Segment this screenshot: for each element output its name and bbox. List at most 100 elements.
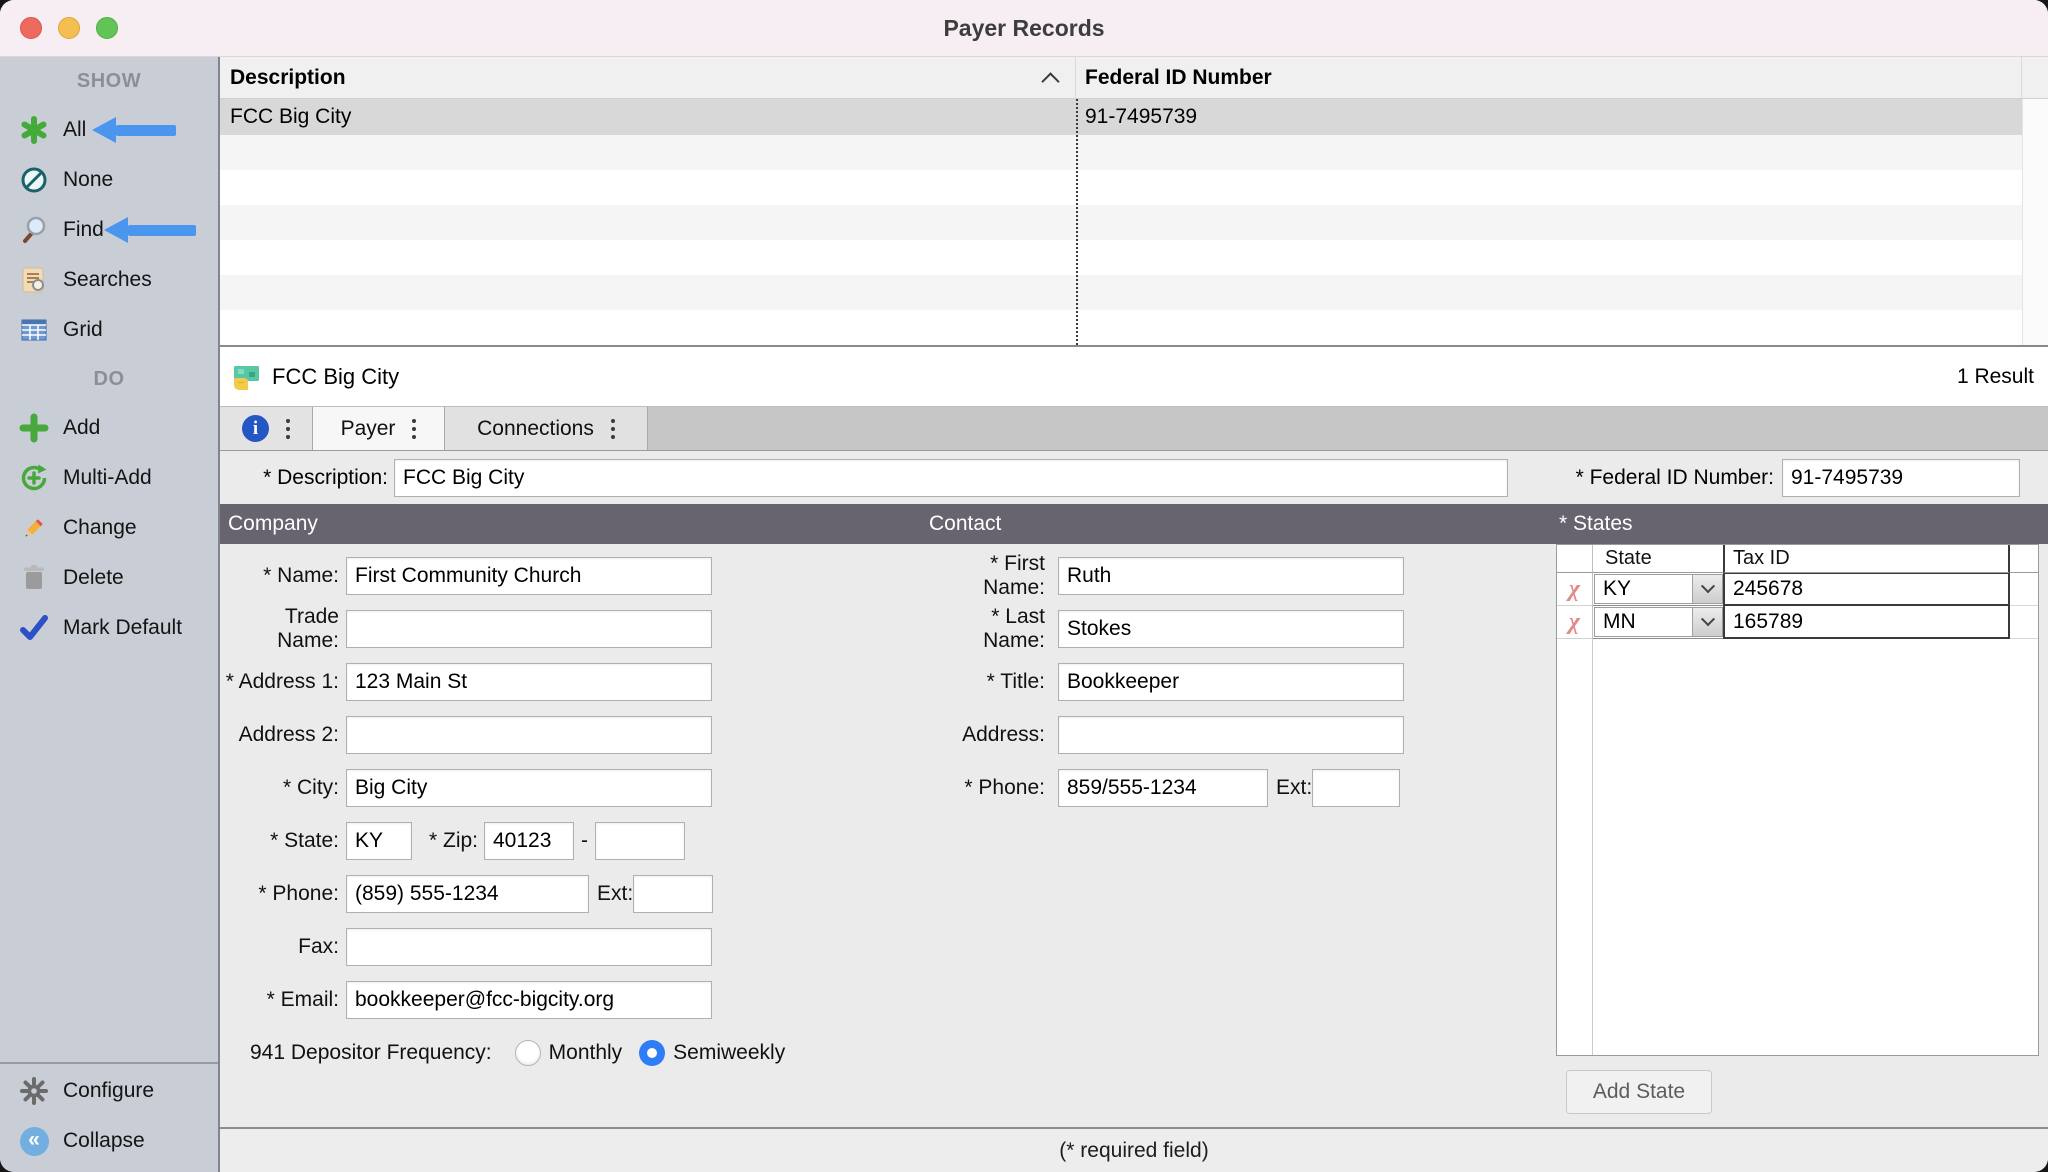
asterisk-icon xyxy=(18,115,50,145)
gear-icon xyxy=(18,1076,50,1106)
sidebar-item-label: Change xyxy=(63,516,137,540)
dropdown-button[interactable] xyxy=(1692,575,1722,603)
saved-searches-icon xyxy=(18,265,50,295)
company-name-input[interactable] xyxy=(346,557,712,595)
sidebar-item-delete[interactable]: Delete xyxy=(0,553,218,603)
add-state-button[interactable]: Add State xyxy=(1566,1070,1712,1114)
delete-state-row-button[interactable]: χ xyxy=(1557,573,1593,606)
main-area: Description Federal ID Number FCC Big Ci… xyxy=(220,57,2048,1172)
state-input[interactable] xyxy=(346,822,412,860)
fax-input[interactable] xyxy=(346,928,712,966)
state-dropdown[interactable]: KY xyxy=(1594,574,1723,604)
tab-menu-dots-icon[interactable] xyxy=(611,419,615,423)
sidebar-item-grid[interactable]: Grid xyxy=(0,305,218,355)
title-label: * Title: xyxy=(926,670,1052,694)
close-button[interactable] xyxy=(20,17,42,39)
tab-bar-filler xyxy=(648,407,2048,450)
sidebar-item-label: Find xyxy=(63,218,104,242)
table-row-empty xyxy=(220,240,2048,275)
states-scrollbar-track[interactable] xyxy=(2010,573,2038,606)
contact-phone-input[interactable] xyxy=(1058,769,1268,807)
states-scrollbar-track[interactable] xyxy=(2010,606,2038,639)
company-phone-input[interactable] xyxy=(346,875,589,913)
first-name-label: * First Name: xyxy=(926,552,1052,600)
record-title: FCC Big City xyxy=(272,364,399,390)
zip-separator: - xyxy=(581,829,588,853)
company-ext-input[interactable] xyxy=(633,875,713,913)
state-dropdown[interactable]: MN xyxy=(1594,607,1723,637)
contact-phone-label: * Phone: xyxy=(926,776,1052,800)
states-filler xyxy=(1723,639,2010,1055)
dropdown-button[interactable] xyxy=(1692,608,1722,636)
records-table-header: Description Federal ID Number xyxy=(220,57,2048,99)
contact-ext-input[interactable] xyxy=(1312,769,1400,807)
zip-plus4-input[interactable] xyxy=(595,822,685,860)
checkmark-icon xyxy=(18,613,50,643)
zip-input[interactable] xyxy=(484,822,574,860)
tab-connections[interactable]: Connections xyxy=(445,407,648,450)
email-input[interactable] xyxy=(346,981,712,1019)
sidebar-item-add[interactable]: Add xyxy=(0,403,218,453)
trade-name-input[interactable] xyxy=(346,610,712,648)
first-name-input[interactable] xyxy=(1058,557,1404,595)
delete-state-row-button[interactable]: χ xyxy=(1557,606,1593,639)
tab-menu-dots-icon[interactable] xyxy=(286,419,290,423)
section-header-bar: Company Contact * States xyxy=(220,504,2048,544)
tab-info[interactable]: i xyxy=(220,407,313,450)
description-input[interactable] xyxy=(394,459,1508,497)
sidebar-item-multi-add[interactable]: Multi-Add xyxy=(0,453,218,503)
sidebar-item-label: Collapse xyxy=(63,1129,145,1153)
table-row-selected[interactable]: FCC Big City 91-7495739 xyxy=(220,99,2048,135)
sidebar-item-searches[interactable]: Searches xyxy=(0,255,218,305)
column-header-federal-id[interactable]: Federal ID Number xyxy=(1076,57,2022,98)
tax-id-cell[interactable]: 165789 xyxy=(1723,606,2010,639)
semiweekly-radio[interactable] xyxy=(639,1040,665,1066)
monthly-radio-label[interactable]: Monthly xyxy=(549,1041,623,1065)
federal-id-input[interactable] xyxy=(1782,459,2020,497)
tab-payer[interactable]: Payer xyxy=(313,407,445,450)
address1-input[interactable] xyxy=(346,663,712,701)
address2-input[interactable] xyxy=(346,716,712,754)
pencil-icon xyxy=(18,513,50,543)
table-scrollbar-track[interactable] xyxy=(2022,99,2048,135)
zoom-button[interactable] xyxy=(96,17,118,39)
records-table-body: FCC Big City 91-7495739 xyxy=(220,99,2048,345)
last-name-input[interactable] xyxy=(1058,610,1404,648)
contact-column: * First Name: * Last Name: * Title: Addr… xyxy=(926,544,1554,1127)
states-filler xyxy=(1593,639,1723,1055)
tab-menu-dots-icon[interactable] xyxy=(412,419,416,423)
sidebar-item-mark-default[interactable]: Mark Default xyxy=(0,603,218,653)
annotation-arrow-find xyxy=(104,217,196,243)
multi-add-icon xyxy=(18,463,50,493)
section-states: * States xyxy=(1554,512,2048,536)
description-row: * Description: * Federal ID Number: xyxy=(220,451,2048,504)
collapse-chevrons-icon: « xyxy=(18,1127,50,1156)
sidebar-item-label: All xyxy=(63,118,86,142)
table-row-empty xyxy=(220,275,2048,310)
sidebar-item-configure[interactable]: Configure xyxy=(0,1066,218,1116)
minimize-button[interactable] xyxy=(58,17,80,39)
contact-address-input[interactable] xyxy=(1058,716,1404,754)
company-ext-label: Ext: xyxy=(597,882,633,906)
info-icon: i xyxy=(242,415,269,442)
sidebar-item-collapse[interactable]: « Collapse xyxy=(0,1116,218,1166)
federal-id-label: * Federal ID Number: xyxy=(1508,466,1782,490)
title-input[interactable] xyxy=(1058,663,1404,701)
states-column: State Tax ID χ KY 245678 χ xyxy=(1554,544,2048,1127)
table-row-empty xyxy=(220,170,2048,205)
city-input[interactable] xyxy=(346,769,712,807)
semiweekly-radio-label[interactable]: Semiweekly xyxy=(673,1041,785,1065)
sidebar-item-change[interactable]: Change xyxy=(0,503,218,553)
none-circle-slash-icon xyxy=(18,165,50,195)
states-header-state: State xyxy=(1593,545,1723,573)
sidebar-item-none[interactable]: None xyxy=(0,155,218,205)
state-dropdown-value: KY xyxy=(1595,575,1692,603)
sidebar-item-label: Configure xyxy=(63,1079,154,1103)
sidebar-item-label: Delete xyxy=(63,566,124,590)
status-bar: (* required field) xyxy=(220,1127,2048,1172)
table-row-empty xyxy=(220,205,2048,240)
monthly-radio[interactable] xyxy=(515,1040,541,1066)
column-header-description[interactable]: Description xyxy=(220,57,1076,98)
tax-id-cell[interactable]: 245678 xyxy=(1723,573,2010,606)
contact-ext-label: Ext: xyxy=(1276,776,1312,800)
